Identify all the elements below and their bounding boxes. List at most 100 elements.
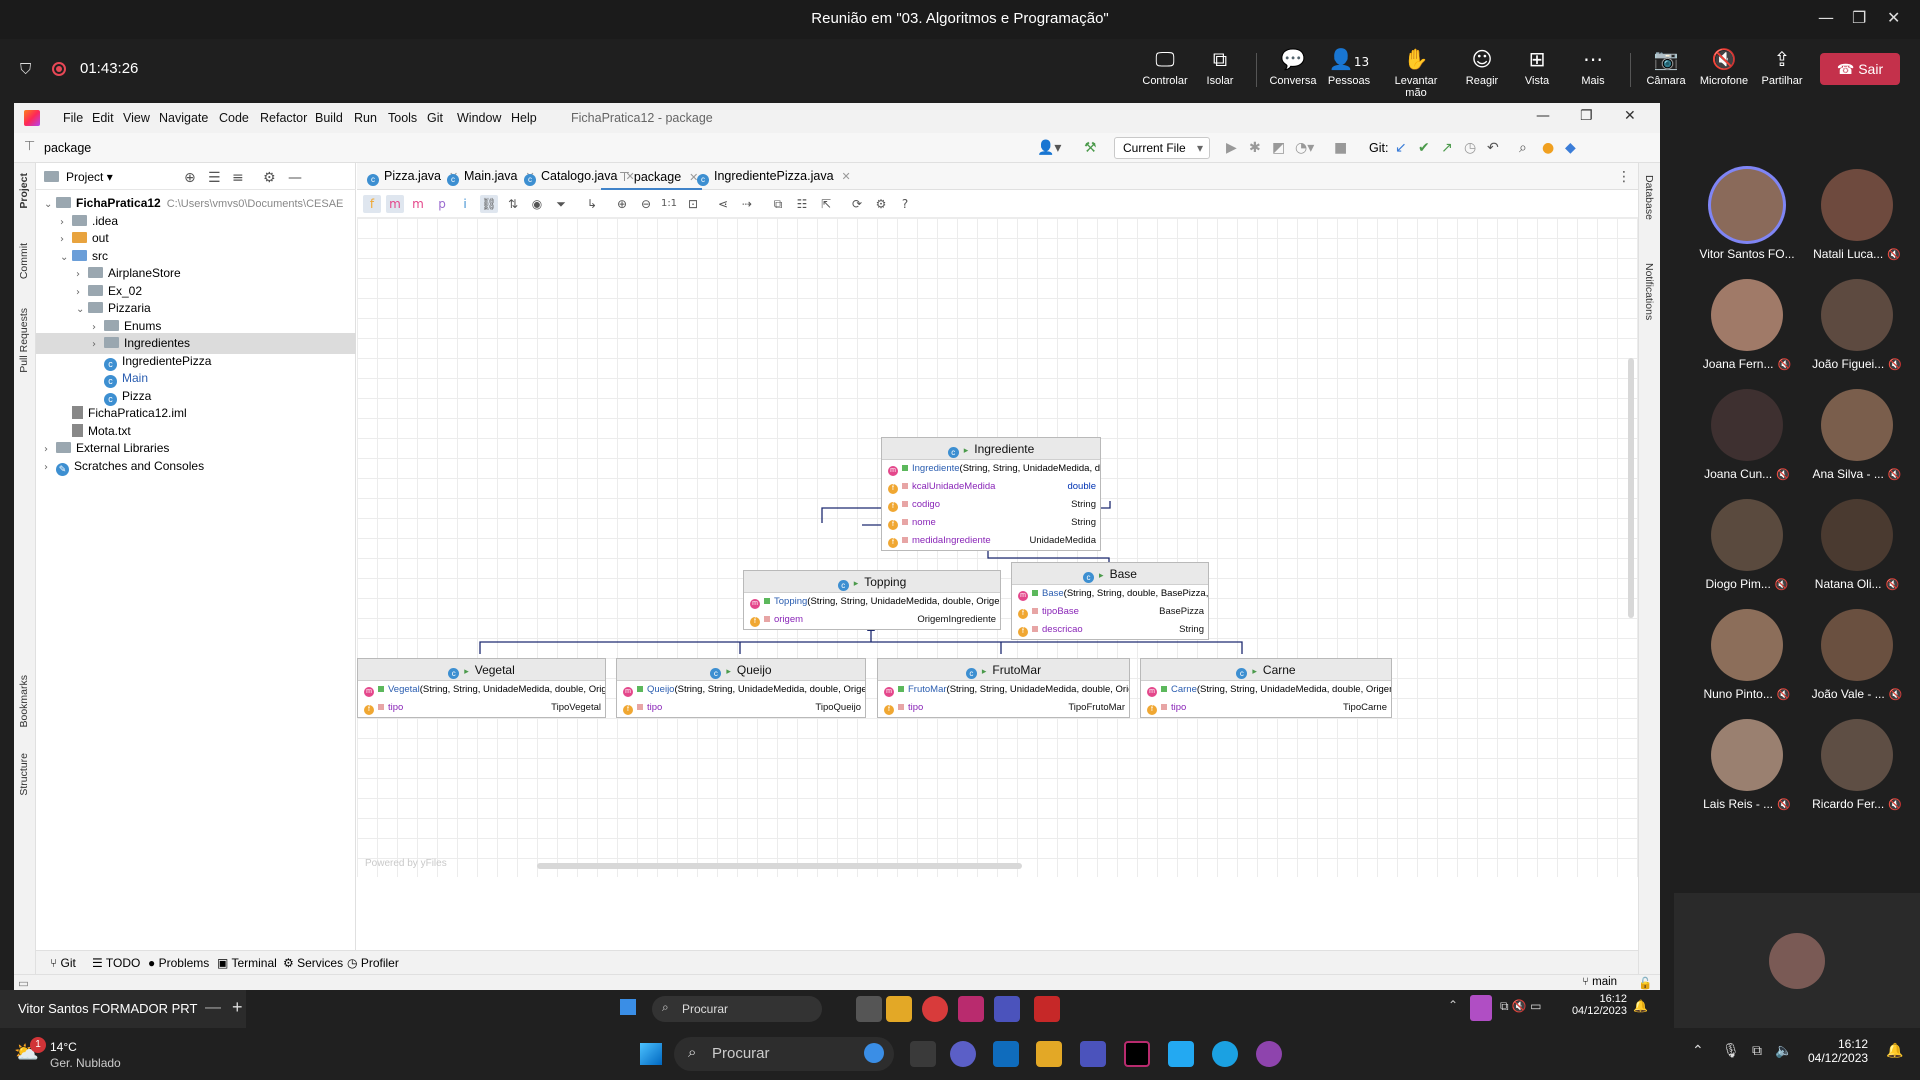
- field-row[interactable]: f tipo TipoFrutoMar: [878, 699, 1129, 717]
- coverage-icon[interactable]: ◩: [1272, 140, 1285, 156]
- show-methods-icon[interactable]: m: [409, 195, 427, 213]
- settings-icon[interactable]: ⚙: [872, 195, 890, 213]
- react-button[interactable]: ☺ Reagir: [1452, 47, 1512, 87]
- minimize-icon[interactable]: —: [205, 999, 221, 1017]
- run-config-select[interactable]: Current File ▾: [1114, 137, 1210, 159]
- participant-tile[interactable]: João Vale - ... 🔇: [1802, 609, 1912, 701]
- class-vegetal[interactable]: c ▸ Vegetal m Vegetal(String, String, Unidad…: [357, 658, 606, 718]
- git-push-icon[interactable]: ↗: [1441, 140, 1453, 156]
- zoom-out-icon[interactable]: ⊖: [637, 195, 655, 213]
- participant-tile[interactable]: Joana Cun... 🔇: [1692, 389, 1802, 481]
- menu-git[interactable]: Git: [427, 111, 443, 125]
- notifications-icon[interactable]: 🔔: [1633, 999, 1648, 1013]
- class-header[interactable]: c ▸ Base: [1012, 563, 1208, 585]
- edge-icon[interactable]: [1212, 1041, 1238, 1067]
- field-row[interactable]: f origem OrigemIngrediente: [744, 611, 1000, 629]
- rollback-icon[interactable]: ↶: [1487, 140, 1499, 156]
- participant-tile[interactable]: Diogo Pim... 🔇: [1692, 499, 1802, 591]
- intellij-icon[interactable]: [1124, 1041, 1150, 1067]
- close-icon[interactable]: ✕: [1887, 8, 1900, 27]
- field-row[interactable]: f tipo TipoQueijo: [617, 699, 865, 717]
- store-icon[interactable]: [993, 1041, 1019, 1067]
- notifications-tool-button[interactable]: Notifications: [1643, 263, 1655, 320]
- constructor-row[interactable]: m FrutoMar(String, String, UnidadeMedida,…: [878, 681, 1129, 699]
- vertical-scrollbar[interactable]: [1628, 358, 1634, 618]
- commit-tool-button[interactable]: Commit: [18, 243, 30, 279]
- pdf-icon[interactable]: [1034, 996, 1060, 1022]
- isolate-button[interactable]: ⧉ Isolar: [1190, 47, 1250, 87]
- horizontal-scrollbar[interactable]: [537, 863, 1022, 869]
- lock-icon[interactable]: 🔓: [1638, 976, 1652, 990]
- file-explorer-icon[interactable]: [1036, 1041, 1062, 1067]
- field-row[interactable]: f codigo String: [882, 496, 1100, 514]
- project-tool-button[interactable]: Project: [18, 173, 30, 209]
- mic-active-icon[interactable]: [1470, 995, 1492, 1021]
- windows-start-icon[interactable]: [620, 999, 636, 1015]
- tab-pizza-java[interactable]: cPizza.java✕: [367, 169, 458, 186]
- tree-item[interactable]: › ✎ Scratches and Consoles: [36, 456, 356, 477]
- show-fields-icon[interactable]: f: [363, 195, 381, 213]
- user-icon[interactable]: 👤▾: [1037, 140, 1061, 156]
- restore-icon[interactable]: ❐: [1580, 108, 1593, 124]
- constructor-row[interactable]: m Ingrediente(String, String, UnidadeMedi…: [882, 460, 1100, 478]
- build-hammer-icon[interactable]: ⚒: [1084, 140, 1097, 156]
- fit-content-icon[interactable]: ⊡: [684, 195, 702, 213]
- class-header[interactable]: c ▸ FrutoMar: [878, 659, 1129, 681]
- maximize-icon[interactable]: ❐: [1852, 8, 1866, 27]
- field-row[interactable]: f nome String: [882, 514, 1100, 532]
- profile-icon[interactable]: ◔▾: [1295, 140, 1314, 156]
- participant-tile[interactable]: Lais Reis - ... 🔇: [1692, 719, 1802, 811]
- add-icon[interactable]: +: [232, 997, 243, 1018]
- show-constructors-icon[interactable]: m: [386, 195, 404, 213]
- filter-icon[interactable]: ⏷: [552, 195, 570, 213]
- file-explorer-icon[interactable]: [886, 996, 912, 1022]
- class-topping[interactable]: c ▸ Topping m Topping(String, String, Unidad…: [743, 570, 1001, 630]
- show-inner-classes-icon[interactable]: i: [456, 195, 474, 213]
- view-button[interactable]: ⊞ Vista: [1507, 47, 1567, 87]
- microphone-button[interactable]: 🔇 Microfone: [1694, 47, 1754, 87]
- remote-clock[interactable]: 16:12 04/12/2023: [1571, 993, 1627, 1017]
- close-icon[interactable]: ✕: [1624, 108, 1636, 124]
- git-branch-widget[interactable]: ⑂ main: [1582, 976, 1617, 988]
- raise-hand-button[interactable]: ✋ Levantar mão: [1384, 47, 1448, 99]
- menu-run[interactable]: Run: [354, 111, 377, 125]
- field-row[interactable]: f tipo TipoVegetal: [358, 699, 605, 717]
- visibility-icon[interactable]: ◉: [528, 195, 546, 213]
- control-button[interactable]: 🖵 Controlar: [1135, 47, 1195, 87]
- chevron-up-icon[interactable]: ⌃: [1448, 998, 1458, 1012]
- leave-button[interactable]: ☎ Sair: [1820, 53, 1900, 85]
- sort-icon[interactable]: ⇅: [504, 195, 522, 213]
- class-frutomar[interactable]: c ▸ FrutoMar m FrutoMar(String, String, Unid…: [877, 658, 1130, 718]
- network-icon[interactable]: ⧉: [1752, 1042, 1762, 1059]
- menu-navigate[interactable]: Navigate: [159, 111, 208, 125]
- participant-tile[interactable]: Nuno Pinto... 🔇: [1692, 609, 1802, 701]
- navigate-icon[interactable]: ⇢: [738, 195, 756, 213]
- zoom-in-icon[interactable]: ⊕: [613, 195, 631, 213]
- uml-diagram-canvas[interactable]: c ▸ Ingrediente m Ingrediente(String, String…: [357, 218, 1638, 877]
- stop-icon[interactable]: ■: [1334, 140, 1347, 156]
- constructor-row[interactable]: m Topping(String, String, UnidadeMedida, …: [744, 593, 1000, 611]
- share-diagram-icon[interactable]: ⋖: [714, 195, 732, 213]
- mic-off-icon[interactable]: 🎙: [1722, 1042, 1740, 1059]
- services-tool-button[interactable]: ⚙ Services: [283, 956, 343, 970]
- git-update-icon[interactable]: ↙: [1395, 140, 1407, 156]
- class-queijo[interactable]: c ▸ Queijo m Queijo(String, String, UnidadeM…: [616, 658, 866, 718]
- share-button[interactable]: ⇪ Partilhar: [1752, 47, 1812, 87]
- database-tool-button[interactable]: Database: [1643, 175, 1655, 220]
- bookmarks-tool-button[interactable]: Bookmarks: [18, 675, 30, 728]
- field-row[interactable]: f descricao String: [1012, 621, 1208, 639]
- field-row[interactable]: f tipo TipoCarne: [1141, 699, 1391, 717]
- menu-code[interactable]: Code: [219, 111, 249, 125]
- structure-tool-button[interactable]: Structure: [18, 753, 30, 796]
- task-view-icon[interactable]: [856, 996, 882, 1022]
- menu-tools[interactable]: Tools: [388, 111, 417, 125]
- more-button[interactable]: ⋯ Mais: [1563, 47, 1623, 87]
- update-icon[interactable]: ●: [1542, 140, 1554, 156]
- participant-tile[interactable]: Natana Oli... 🔇: [1802, 499, 1912, 591]
- gear-icon[interactable]: ⚙: [263, 170, 276, 186]
- chevron-right-icon[interactable]: ›: [44, 457, 56, 478]
- chevron-up-icon[interactable]: ⌃: [1692, 1042, 1704, 1059]
- jetbrains-icon[interactable]: ◆: [1565, 140, 1576, 156]
- vscode-icon[interactable]: [1168, 1041, 1194, 1067]
- tray-icons[interactable]: ⧉ 🔇 ▭: [1500, 999, 1542, 1014]
